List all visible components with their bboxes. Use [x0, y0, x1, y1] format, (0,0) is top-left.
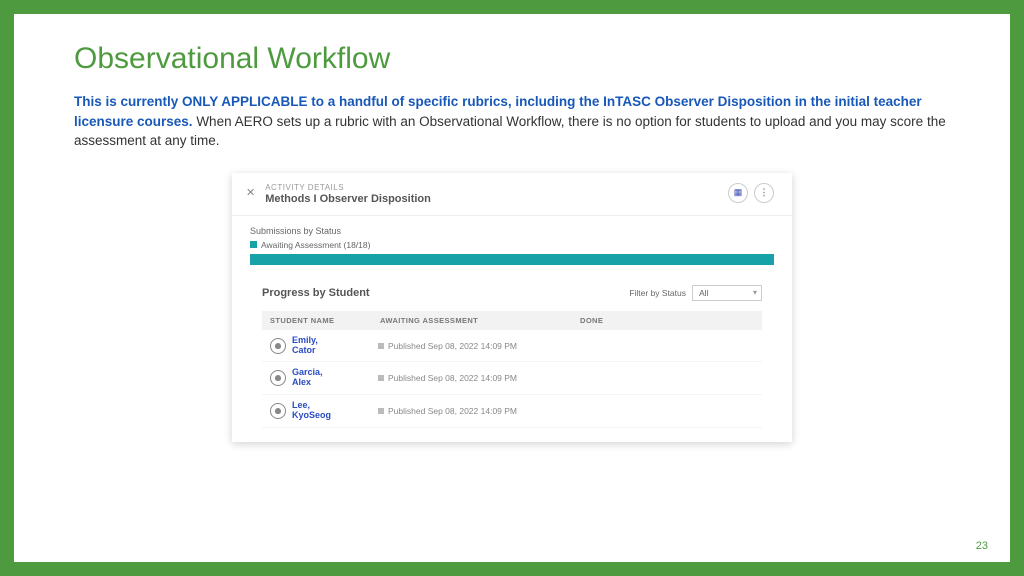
col-awaiting: AWAITING ASSESSMENT	[380, 316, 580, 325]
status-swatch-icon	[378, 343, 384, 349]
student-name-link[interactable]: Garcia,Alex	[292, 368, 378, 388]
filter-group: Filter by Status All	[629, 285, 762, 301]
published-cell: Published Sep 08, 2022 14:09 PM	[378, 406, 517, 416]
status-swatch-icon	[378, 375, 384, 381]
avatar-icon	[270, 403, 286, 419]
activity-panel: ✕ ACTIVITY DETAILS Methods I Observer Di…	[232, 173, 792, 442]
legend-text: Awaiting Assessment (18/18)	[261, 240, 370, 250]
status-section: Submissions by Status Awaiting Assessmen…	[232, 216, 792, 279]
student-name-link[interactable]: Lee,KyoSeog	[292, 401, 378, 421]
slide-description: This is currently ONLY APPLICABLE to a h…	[74, 92, 950, 151]
activity-details-label: ACTIVITY DETAILS	[265, 183, 431, 192]
body-text: When AERO sets up a rubric with an Obser…	[74, 114, 946, 149]
progress-title: Progress by Student	[262, 287, 370, 299]
activity-title: Methods I Observer Disposition	[265, 193, 431, 205]
col-done: DONE	[580, 316, 603, 325]
table-row[interactable]: Garcia,AlexPublished Sep 08, 2022 14:09 …	[262, 362, 762, 395]
panel-header: ✕ ACTIVITY DETAILS Methods I Observer Di…	[232, 173, 792, 216]
published-cell: Published Sep 08, 2022 14:09 PM	[378, 373, 517, 383]
slide: Observational Workflow This is currently…	[14, 14, 1010, 562]
filter-value: All	[699, 288, 708, 298]
status-legend: Awaiting Assessment (18/18)	[250, 240, 774, 250]
legend-swatch-icon	[250, 241, 257, 248]
progress-section: Progress by Student Filter by Status All…	[232, 279, 792, 442]
table-row[interactable]: Emily,CatorPublished Sep 08, 2022 14:09 …	[262, 330, 762, 363]
close-icon[interactable]: ✕	[246, 186, 255, 199]
page-number: 23	[976, 540, 988, 552]
panel-actions: ▦ ⋮	[728, 183, 774, 203]
more-menu-icon[interactable]: ⋮	[754, 183, 774, 203]
calendar-icon[interactable]: ▦	[728, 183, 748, 203]
status-swatch-icon	[378, 408, 384, 414]
panel-title-block: ACTIVITY DETAILS Methods I Observer Disp…	[265, 183, 431, 205]
avatar-icon	[270, 370, 286, 386]
published-cell: Published Sep 08, 2022 14:09 PM	[378, 341, 517, 351]
col-student-name: STUDENT NAME	[270, 316, 380, 325]
slide-title: Observational Workflow	[74, 42, 950, 76]
status-label: Submissions by Status	[250, 226, 774, 236]
progress-header: Progress by Student Filter by Status All	[262, 285, 762, 301]
table-body: Emily,CatorPublished Sep 08, 2022 14:09 …	[262, 330, 762, 428]
table-header: STUDENT NAME AWAITING ASSESSMENT DONE	[262, 311, 762, 330]
filter-label: Filter by Status	[629, 288, 686, 298]
status-bar	[250, 254, 774, 265]
student-name-link[interactable]: Emily,Cator	[292, 336, 378, 356]
avatar-icon	[270, 338, 286, 354]
table-row[interactable]: Lee,KyoSeogPublished Sep 08, 2022 14:09 …	[262, 395, 762, 428]
filter-select[interactable]: All	[692, 285, 762, 301]
